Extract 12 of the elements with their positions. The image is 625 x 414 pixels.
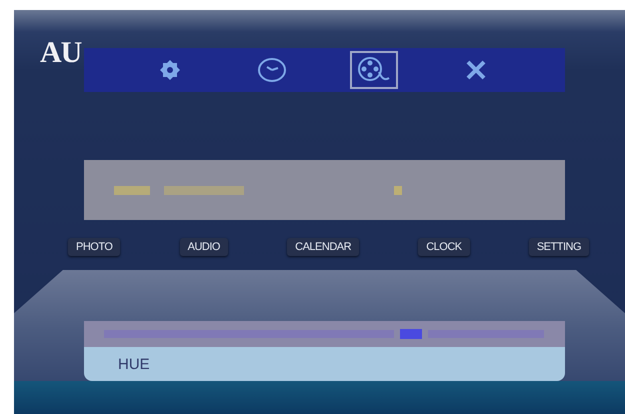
close-icon <box>465 59 487 81</box>
film-reel-icon <box>357 56 391 84</box>
toolbar-button[interactable] <box>350 51 398 89</box>
gear-icon <box>158 58 182 82</box>
logo: AU <box>40 36 82 70</box>
menu-tab[interactable]: PHOTO <box>68 238 120 256</box>
menu-tab[interactable]: SETTING <box>528 238 589 256</box>
setting-label: HUE <box>118 356 150 372</box>
clock-icon <box>257 57 287 83</box>
menu-tab[interactable]: AUDIO <box>180 238 228 256</box>
menu-tab[interactable]: CALENDAR <box>287 238 360 256</box>
menu-tab[interactable]: CLOCK <box>418 238 470 256</box>
